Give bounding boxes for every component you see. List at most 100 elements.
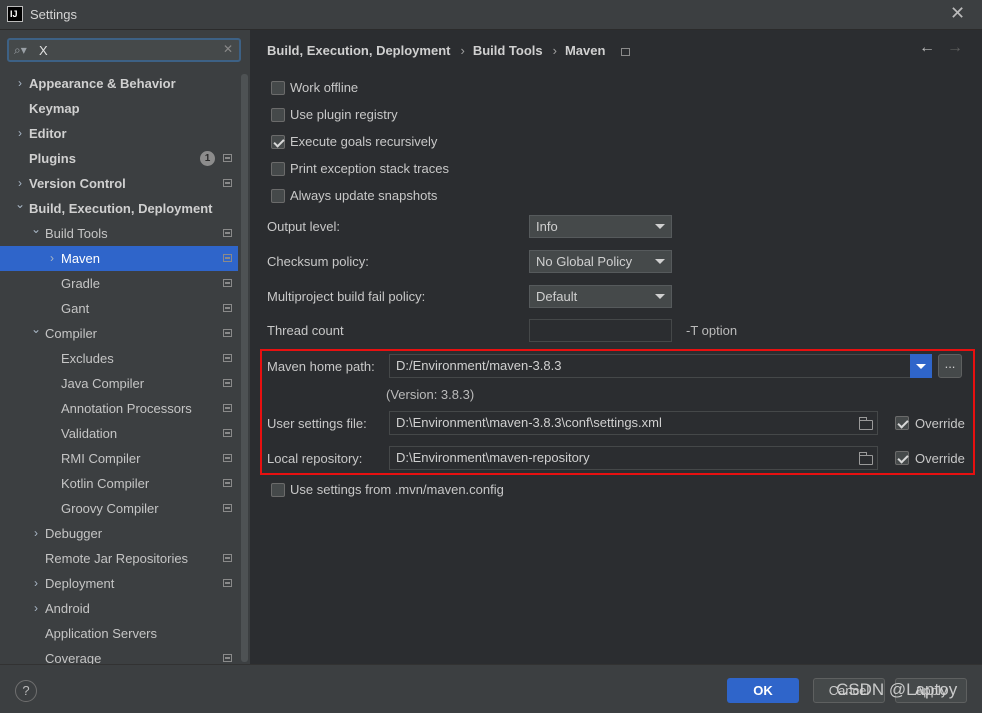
breadcrumb-separator: › bbox=[552, 43, 557, 58]
sidebar-item-label: Deployment bbox=[45, 576, 115, 591]
sidebar-item-label: Version Control bbox=[29, 176, 126, 191]
sidebar-item[interactable]: RMI Compiler bbox=[0, 446, 238, 471]
sidebar-item[interactable]: Coverage bbox=[0, 646, 238, 664]
sidebar-item-label: Java Compiler bbox=[61, 376, 145, 391]
window-title: Settings bbox=[30, 7, 77, 22]
work-offline-checkbox[interactable] bbox=[271, 81, 285, 95]
sidebar-item[interactable]: › Android bbox=[0, 596, 238, 621]
breadcrumb-item: Maven bbox=[564, 43, 606, 58]
search-icon: ⌕▾ bbox=[14, 43, 27, 57]
sidebar-item-label: Android bbox=[45, 601, 90, 616]
sidebar-item[interactable]: › Maven bbox=[0, 246, 238, 271]
chevron-right-icon[interactable]: › bbox=[30, 596, 42, 621]
sidebar-item[interactable]: ⌄ Build Tools bbox=[0, 221, 238, 246]
use-plugin-registry-checkbox[interactable] bbox=[271, 108, 285, 122]
chevron-right-icon[interactable]: › bbox=[14, 121, 26, 146]
sidebar-item[interactable]: › Version Control bbox=[0, 171, 238, 196]
maven-home-dropdown-button[interactable] bbox=[910, 354, 932, 378]
multiproject-fail-policy-value: Default bbox=[536, 289, 578, 304]
print-exception-label: Print exception stack traces bbox=[290, 161, 449, 176]
thread-count-input[interactable] bbox=[529, 319, 672, 342]
user-settings-label: User settings file: bbox=[267, 416, 367, 431]
chevron-down-icon bbox=[655, 224, 665, 229]
chevron-down-icon[interactable]: ⌄ bbox=[30, 217, 42, 242]
project-level-icon bbox=[223, 154, 232, 162]
project-level-icon bbox=[223, 379, 232, 387]
search-value: X bbox=[39, 43, 48, 58]
chevron-right-icon[interactable]: › bbox=[14, 71, 26, 96]
chevron-right-icon[interactable]: › bbox=[30, 521, 42, 546]
sidebar-item-label: Excludes bbox=[61, 351, 114, 366]
clear-search-icon[interactable]: ✕ bbox=[223, 42, 233, 56]
sidebar-item[interactable]: Application Servers bbox=[0, 621, 238, 646]
breadcrumb-item[interactable]: Build, Execution, Deployment bbox=[267, 43, 450, 58]
close-icon[interactable]: ✕ bbox=[950, 3, 965, 24]
checksum-policy-label: Checksum policy: bbox=[267, 254, 369, 269]
maven-home-browse-button[interactable]: ... bbox=[938, 354, 962, 378]
chevron-down-icon[interactable]: ⌄ bbox=[14, 192, 26, 217]
sidebar-item[interactable]: › Editor bbox=[0, 121, 238, 146]
local-repo-override-checkbox[interactable] bbox=[895, 451, 909, 465]
maven-home-input[interactable]: D:/Environment/maven-3.8.3 bbox=[389, 354, 911, 378]
maven-settings-panel: Build, Execution, Deployment › Build Tools… bbox=[251, 30, 982, 664]
sidebar-item[interactable]: › Deployment bbox=[0, 571, 238, 596]
execute-goals-checkbox[interactable] bbox=[271, 135, 285, 149]
chevron-right-icon[interactable]: › bbox=[30, 571, 42, 596]
chevron-down-icon bbox=[655, 294, 665, 299]
checksum-policy-select[interactable]: No Global Policy bbox=[529, 250, 672, 273]
user-settings-override-checkbox[interactable] bbox=[895, 416, 909, 430]
sidebar-item[interactable]: Groovy Compiler bbox=[0, 496, 238, 521]
settings-sidebar: ⌕▾ X ✕ › Appearance & Behavior Keymap › Edit… bbox=[0, 30, 250, 664]
always-update-checkbox[interactable] bbox=[271, 189, 285, 203]
print-exception-checkbox[interactable] bbox=[271, 162, 285, 176]
project-level-icon bbox=[223, 579, 232, 587]
sidebar-item[interactable]: ⌄ Compiler bbox=[0, 321, 238, 346]
sidebar-item[interactable]: Keymap bbox=[0, 96, 238, 121]
sidebar-item[interactable]: Gradle bbox=[0, 271, 238, 296]
sidebar-item[interactable]: › Appearance & Behavior bbox=[0, 71, 238, 96]
user-settings-input[interactable]: D:\Environment\maven-3.8.3\conf\settings… bbox=[389, 411, 878, 435]
sidebar-item-label: Plugins bbox=[29, 151, 76, 166]
sidebar-item[interactable]: Remote Jar Repositories bbox=[0, 546, 238, 571]
checksum-policy-value: No Global Policy bbox=[536, 254, 633, 269]
sidebar-scrollbar[interactable] bbox=[241, 74, 248, 662]
chevron-down-icon[interactable]: ⌄ bbox=[30, 317, 42, 342]
sidebar-item[interactable]: Kotlin Compiler bbox=[0, 471, 238, 496]
execute-goals-label: Execute goals recursively bbox=[290, 134, 438, 149]
local-repository-input[interactable]: D:\Environment\maven-repository bbox=[389, 446, 878, 470]
forward-arrow-icon[interactable]: → bbox=[947, 39, 963, 57]
multiproject-fail-policy-select[interactable]: Default bbox=[529, 285, 672, 308]
dialog-footer: ? OK Cancel Apply CSDN @Laptoy bbox=[0, 664, 982, 713]
project-level-icon bbox=[223, 429, 232, 437]
local-repository-label: Local repository: bbox=[267, 451, 363, 466]
settings-tree: › Appearance & Behavior Keymap › Editor Plugi… bbox=[0, 71, 238, 664]
output-level-label: Output level: bbox=[267, 219, 340, 234]
project-level-icon bbox=[223, 454, 232, 462]
sidebar-item[interactable]: Validation bbox=[0, 421, 238, 446]
folder-icon[interactable] bbox=[859, 452, 873, 465]
title-bar: IJ Settings ✕ bbox=[0, 0, 982, 30]
sidebar-item[interactable]: › Debugger bbox=[0, 521, 238, 546]
project-level-icon bbox=[223, 404, 232, 412]
help-button[interactable]: ? bbox=[15, 680, 37, 702]
output-level-select[interactable]: Info bbox=[529, 215, 672, 238]
back-arrow-icon[interactable]: ← bbox=[919, 39, 935, 57]
breadcrumb-item[interactable]: Build Tools bbox=[473, 43, 543, 58]
multiproject-fail-policy-label: Multiproject build fail policy: bbox=[267, 289, 426, 304]
use-mvn-config-label: Use settings from .mvn/maven.config bbox=[290, 482, 504, 497]
sidebar-item[interactable]: Java Compiler bbox=[0, 371, 238, 396]
work-offline-label: Work offline bbox=[290, 80, 359, 95]
project-level-icon bbox=[223, 504, 232, 512]
sidebar-item[interactable]: Annotation Processors bbox=[0, 396, 238, 421]
sidebar-item[interactable]: Plugins 1 bbox=[0, 146, 238, 171]
ok-button[interactable]: OK bbox=[727, 678, 799, 703]
sidebar-item-label: Gradle bbox=[61, 276, 101, 291]
sidebar-item-label: Editor bbox=[29, 126, 67, 141]
sidebar-item[interactable]: Excludes bbox=[0, 346, 238, 371]
search-input[interactable]: ⌕▾ X ✕ bbox=[7, 38, 241, 62]
chevron-right-icon[interactable]: › bbox=[46, 246, 58, 271]
folder-icon[interactable] bbox=[859, 417, 873, 430]
use-mvn-config-checkbox[interactable] bbox=[271, 483, 285, 497]
sidebar-item-label: Remote Jar Repositories bbox=[45, 551, 189, 566]
sidebar-item-label: Gant bbox=[61, 301, 90, 316]
